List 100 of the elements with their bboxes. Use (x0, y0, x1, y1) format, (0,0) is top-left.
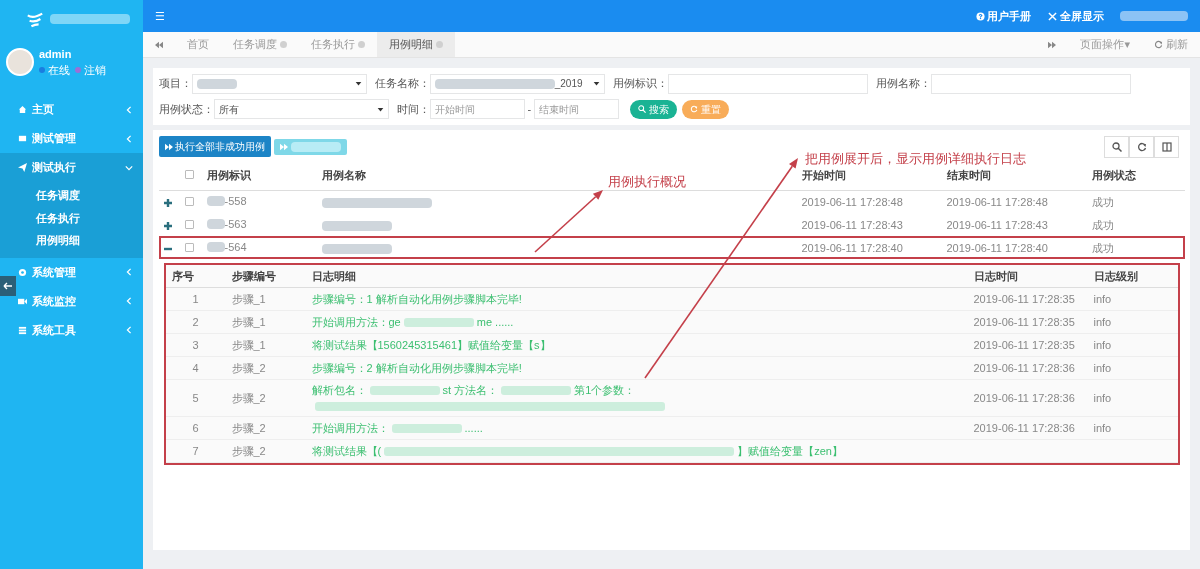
close-dot-icon (436, 41, 443, 48)
header-link[interactable]: 全屏显示 (1047, 7, 1104, 25)
refresh-icon (1154, 40, 1163, 49)
log-level: info (1087, 356, 1178, 380)
chevron-down-icon (125, 163, 133, 172)
log-detail: 开始调用方法：ge me ...... (311, 314, 515, 330)
select-field[interactable]: 所有 (213, 99, 389, 119)
toolbar-button[interactable]: 执行全部非成功用例 (158, 136, 272, 157)
search-button[interactable]: 搜索 (629, 99, 677, 119)
table-cell: 步骤_1 (225, 310, 306, 334)
table-cell: 2019-06-11 17:28:40 (797, 236, 943, 260)
tab-action-button[interactable]: 刷新 (1142, 32, 1200, 57)
sidebar-menu-item[interactable]: 测试管理 (16, 124, 143, 153)
table-cell-text: -564 (224, 239, 247, 255)
status-label: 注销 (84, 63, 106, 78)
tab-action-button[interactable]: 页面操作▾ (1068, 32, 1142, 57)
table-cell: 2019-06-11 17:28:35 (967, 333, 1088, 357)
expand-icon[interactable] (162, 197, 173, 208)
search-icon (1111, 141, 1122, 152)
column-header: 日志时间 (967, 265, 1088, 288)
blurred-text (206, 242, 225, 253)
checkbox[interactable] (184, 169, 194, 179)
input-field[interactable] (931, 73, 1132, 94)
table-cell: 2019-06-11 17:28:36 (967, 356, 1088, 380)
column-header: 序号 (165, 265, 226, 288)
home-icon (18, 105, 27, 114)
table-cell: 2019-06-11 17:28:48 (942, 190, 1088, 214)
checkbox[interactable] (184, 219, 194, 229)
menu-toggle-button[interactable]: ☰ (155, 7, 165, 25)
paper-plane-icon (18, 163, 27, 172)
date-field[interactable]: 开始时间 (429, 99, 525, 119)
select-field[interactable]: _2019 (429, 73, 605, 94)
column-header: 用例状态 (1087, 160, 1185, 191)
chevron-left-icon (125, 134, 133, 143)
submenu-item[interactable]: 任务调度 (0, 184, 143, 207)
status-label: 在线 (47, 63, 70, 78)
table-cell: 2019-06-11 17:28:43 (942, 213, 1088, 237)
page-tab[interactable]: 首页 (175, 32, 221, 57)
sidebar-menu-item[interactable]: 系统监控 (16, 286, 143, 316)
annotation-arrow (534, 190, 603, 253)
table-cell: 步骤_1 (225, 287, 306, 311)
table-cell: 2 (165, 310, 226, 334)
table-cell-text: -558 (224, 194, 247, 210)
input-field[interactable] (668, 73, 868, 94)
log-detail: 将测试结果【1560245315461】赋值给变量【s】 (311, 337, 552, 353)
submenu-item[interactable]: 用例明细 (0, 229, 143, 252)
log-detail: 解析包名： st 方法名： 第1个参数： (311, 381, 962, 414)
log-detail: 步骤编号：1 解析自动化用例步骤脚本完毕! (311, 291, 523, 307)
columns-button[interactable] (1154, 135, 1179, 158)
filter-label: 时间： (396, 101, 430, 117)
filter-label: 用例标识： (613, 76, 668, 92)
rewind-icon (155, 40, 163, 49)
table-cell: 7 (165, 439, 226, 463)
expand-icon[interactable] (162, 220, 173, 231)
list-icon (18, 134, 27, 143)
table-cell: 2019-06-11 17:28:35 (967, 287, 1088, 311)
blurred-user (1120, 11, 1188, 21)
page-tab[interactable]: 用例明细 (377, 32, 455, 57)
collapse-arrow-button[interactable] (0, 276, 16, 296)
chevron-left-icon (125, 297, 133, 305)
refresh-button[interactable] (1129, 135, 1154, 158)
table-cell: 5 (165, 379, 226, 417)
fast-forward-icon (164, 142, 173, 151)
field-value: 所有 (218, 102, 239, 117)
page-tab[interactable]: 任务执行 (299, 32, 377, 57)
header-link[interactable]: 用户手册 (975, 7, 1032, 25)
column-header: 步骤编号 (225, 265, 306, 288)
search-button[interactable] (1104, 135, 1129, 158)
fast-forward-icon (1048, 40, 1057, 49)
sidebar-menu-item[interactable]: 主页 (16, 95, 143, 124)
filter-label: 用例状态： (158, 101, 214, 117)
table-cell: 2019-06-11 17:28:40 (942, 236, 1088, 260)
menu-label: 系统工具 (32, 322, 76, 338)
sidebar-menu-item[interactable]: 系统管理 (16, 257, 143, 287)
log-detail: 开始调用方法： ...... (311, 420, 484, 436)
caret-icon (592, 80, 600, 87)
reset-button[interactable]: 重置 (682, 99, 729, 119)
log-detail: 步骤编号：2 解析自动化用例步骤脚本完毕! (311, 360, 523, 376)
menu-icon (18, 325, 27, 335)
select-field[interactable] (191, 73, 367, 94)
page-tab[interactable]: 任务调度 (221, 32, 299, 57)
menu-label: 测试执行 (32, 160, 76, 176)
date-field[interactable]: 结束时间 (533, 99, 619, 119)
table-cell: 2019-06-11 17:28:36 (967, 379, 1088, 417)
chevron-left-icon (125, 326, 133, 334)
log-level: info (1087, 333, 1178, 357)
sidebar-menu-item[interactable]: 系统工具 (16, 315, 143, 345)
blurred-text (321, 220, 392, 231)
checkbox[interactable] (184, 196, 194, 206)
blurred-text (206, 196, 225, 207)
menu-label: 系统管理 (32, 264, 76, 280)
submenu-item[interactable]: 任务执行 (0, 206, 143, 229)
menu-label: 系统监控 (32, 293, 76, 309)
close-dot-icon (280, 41, 287, 48)
columns-icon (1161, 141, 1172, 152)
field-value: _2019 (554, 77, 583, 91)
checkbox[interactable] (184, 242, 194, 252)
sidebar-menu-item[interactable]: 测试执行 (16, 153, 143, 182)
close-dot-icon (358, 41, 365, 48)
status-text: 成功 (1087, 213, 1185, 237)
